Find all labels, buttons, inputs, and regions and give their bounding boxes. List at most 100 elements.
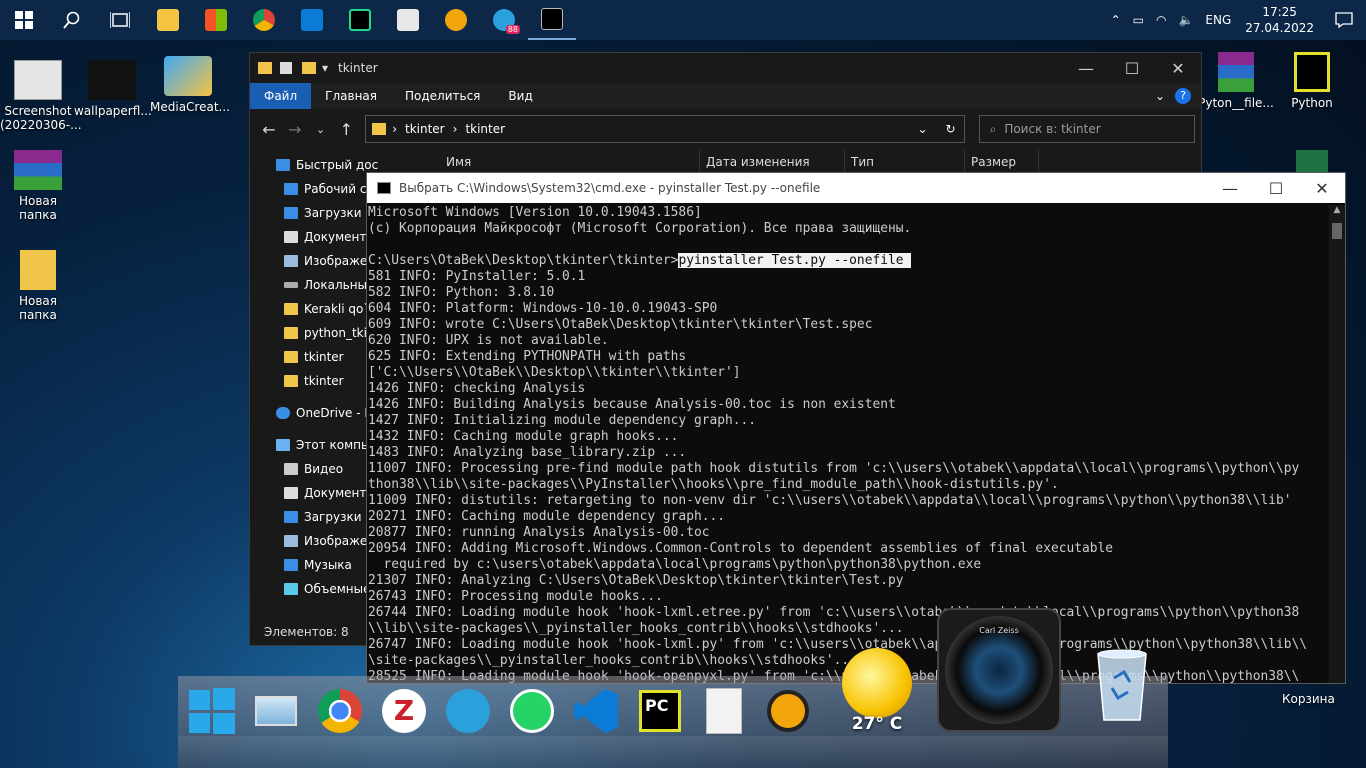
dock-computer[interactable] xyxy=(250,686,302,736)
minimize-button[interactable]: — xyxy=(1063,59,1109,78)
battery-icon[interactable]: ▭ xyxy=(1127,0,1150,40)
camera-lens-icon[interactable]: Carl Zeiss xyxy=(937,608,1061,732)
ribbon-tabs: Файл Главная Поделиться Вид ⌄ ? xyxy=(250,83,1201,109)
maximize-button[interactable]: ☐ xyxy=(1253,179,1299,198)
breadcrumb-item[interactable]: tkinter xyxy=(405,122,445,136)
taskbar-aimp[interactable] xyxy=(432,0,480,40)
tab-home[interactable]: Главная xyxy=(311,83,391,109)
desktop-icon-mediacreation[interactable]: MediaCreat... xyxy=(150,56,230,114)
breadcrumb-item[interactable]: tkinter xyxy=(465,122,505,136)
nav-label: tkinter xyxy=(304,374,344,388)
address-bar[interactable]: › tkinter › tkinter ⌄ ↻ xyxy=(365,115,965,143)
desktop-icon-python[interactable]: Python xyxy=(1274,52,1350,110)
vscode-icon xyxy=(301,9,323,31)
taskbar-vscode[interactable] xyxy=(288,0,336,40)
tab-share[interactable]: Поделиться xyxy=(391,83,494,109)
task-view-button[interactable] xyxy=(96,0,144,40)
ribbon-expand-icon[interactable]: ⌄ xyxy=(1147,83,1173,109)
console-line: 609 INFO: wrote C:\Users\OtaBek\Desktop\… xyxy=(368,317,873,332)
tab-file[interactable]: Файл xyxy=(250,83,312,109)
desktop-icon-archive[interactable]: Новая папка xyxy=(0,150,76,222)
back-button[interactable]: ← xyxy=(256,120,282,139)
up-button[interactable]: ↑ xyxy=(333,120,359,139)
console-command-line: C:\Users\OtaBek\Desktop\tkinter\tkinter>… xyxy=(368,253,1330,269)
new-folder-icon[interactable] xyxy=(302,62,316,74)
close-button[interactable]: ✕ xyxy=(1299,179,1345,198)
folder-icon xyxy=(258,62,272,74)
scroll-up-icon[interactable]: ▲ xyxy=(1329,205,1345,215)
search-button[interactable] xyxy=(48,0,96,40)
desktop-icon-label: Новая папка xyxy=(18,294,57,322)
dock-python-file[interactable] xyxy=(698,686,750,736)
taskbar-chrome[interactable] xyxy=(240,0,288,40)
dock-pycharm[interactable]: PC xyxy=(634,686,686,736)
clock[interactable]: 17:25 27.04.2022 xyxy=(1237,4,1322,36)
zotero-icon: Z xyxy=(382,689,426,733)
notification-icon[interactable] xyxy=(1322,0,1366,40)
taskbar-file-explorer[interactable] xyxy=(144,0,192,40)
explorer-titlebar[interactable]: ▾ tkinter — ☐ ✕ xyxy=(250,53,1201,83)
start-button[interactable] xyxy=(0,0,48,40)
maximize-button[interactable]: ☐ xyxy=(1109,59,1155,78)
forward-button[interactable]: → xyxy=(282,120,308,139)
properties-icon[interactable] xyxy=(280,62,292,74)
picture-icon xyxy=(284,535,298,547)
chevron-up-icon[interactable]: ⌃ xyxy=(1105,0,1127,40)
tab-view[interactable]: Вид xyxy=(494,83,546,109)
recycle-bin-icon[interactable] xyxy=(1094,648,1150,732)
volume-icon[interactable]: 🔈 xyxy=(1172,0,1199,40)
dock-zotero[interactable]: Z xyxy=(378,686,430,736)
document-icon xyxy=(284,231,298,243)
cmd-icon xyxy=(541,8,563,30)
help-icon[interactable]: ? xyxy=(1175,88,1191,104)
search-input[interactable]: ⌕ Поиск в: tkinter xyxy=(978,115,1195,143)
dock-reflection xyxy=(178,736,1168,768)
taskbar-python-file[interactable] xyxy=(384,0,432,40)
chevron-down-icon[interactable]: ▾ xyxy=(322,61,328,75)
desktop-icon-screenshot[interactable]: Screenshot (20220306-... xyxy=(0,60,82,132)
taskbar-store[interactable] xyxy=(192,0,240,40)
console-output[interactable]: Microsoft Windows [Version 10.0.19043.15… xyxy=(368,205,1330,683)
excel-file-icon[interactable] xyxy=(1296,150,1328,174)
address-bar-row: ← → ⌄ ↑ › tkinter › tkinter ⌄ ↻ ⌕ Поиск … xyxy=(250,109,1201,149)
vscode-icon xyxy=(574,689,618,733)
pycharm-icon xyxy=(349,9,371,31)
dock-chrome[interactable] xyxy=(314,686,366,736)
weather-widget[interactable]: 27° C xyxy=(840,648,914,734)
desktop-icon xyxy=(284,183,298,195)
wifi-icon[interactable]: ◠ xyxy=(1150,0,1172,40)
computer-icon xyxy=(255,696,297,726)
scrollbar-thumb[interactable] xyxy=(1332,223,1342,239)
desktop-icon-wallpaper[interactable]: wallpaperfl... xyxy=(74,60,152,118)
nav-label: Видео xyxy=(304,462,344,476)
dock-windows[interactable] xyxy=(186,686,238,736)
scrollbar[interactable]: ▲ xyxy=(1329,205,1345,683)
whatsapp-icon xyxy=(510,689,554,733)
language-indicator[interactable]: ENG xyxy=(1199,0,1237,40)
close-button[interactable]: ✕ xyxy=(1155,59,1201,78)
taskbar-pycharm[interactable] xyxy=(336,0,384,40)
desktop-icon-folder[interactable]: Новая папка xyxy=(0,250,76,322)
console-line: 11007 INFO: Processing pre-find module p… xyxy=(368,461,1300,476)
console-line: Microsoft Windows [Version 10.0.19043.15… xyxy=(368,205,702,220)
console-line: 21307 INFO: Analyzing C:\Users\OtaBek\De… xyxy=(368,573,904,588)
dock-telegram[interactable] xyxy=(442,686,494,736)
desktop-icon-pyton-files[interactable]: Pyton__file... xyxy=(1198,52,1274,110)
clock-time: 17:25 xyxy=(1262,5,1297,19)
cmd-titlebar[interactable]: Выбрать C:\Windows\System32\cmd.exe - py… xyxy=(367,173,1345,203)
chevron-down-icon[interactable]: ⌄ xyxy=(918,122,928,136)
dock-aimp[interactable] xyxy=(762,686,814,736)
desktop-icon-label: Python xyxy=(1291,96,1333,110)
desktop-icon-label: Новая папка xyxy=(18,194,57,222)
taskbar-cmd[interactable] xyxy=(528,0,576,40)
refresh-icon[interactable]: ↻ xyxy=(946,122,956,136)
temperature: 27° C xyxy=(851,714,903,734)
dock-vscode[interactable] xyxy=(570,686,622,736)
minimize-button[interactable]: — xyxy=(1207,179,1253,198)
taskbar-telegram[interactable]: 88 xyxy=(480,0,528,40)
python-file-icon xyxy=(706,688,742,734)
search-placeholder: Поиск в: tkinter xyxy=(1004,122,1101,136)
dock-whatsapp[interactable] xyxy=(506,686,558,736)
console-line: 1483 INFO: Analyzing base_library.zip ..… xyxy=(368,445,687,460)
recent-locations-button[interactable]: ⌄ xyxy=(308,123,334,136)
